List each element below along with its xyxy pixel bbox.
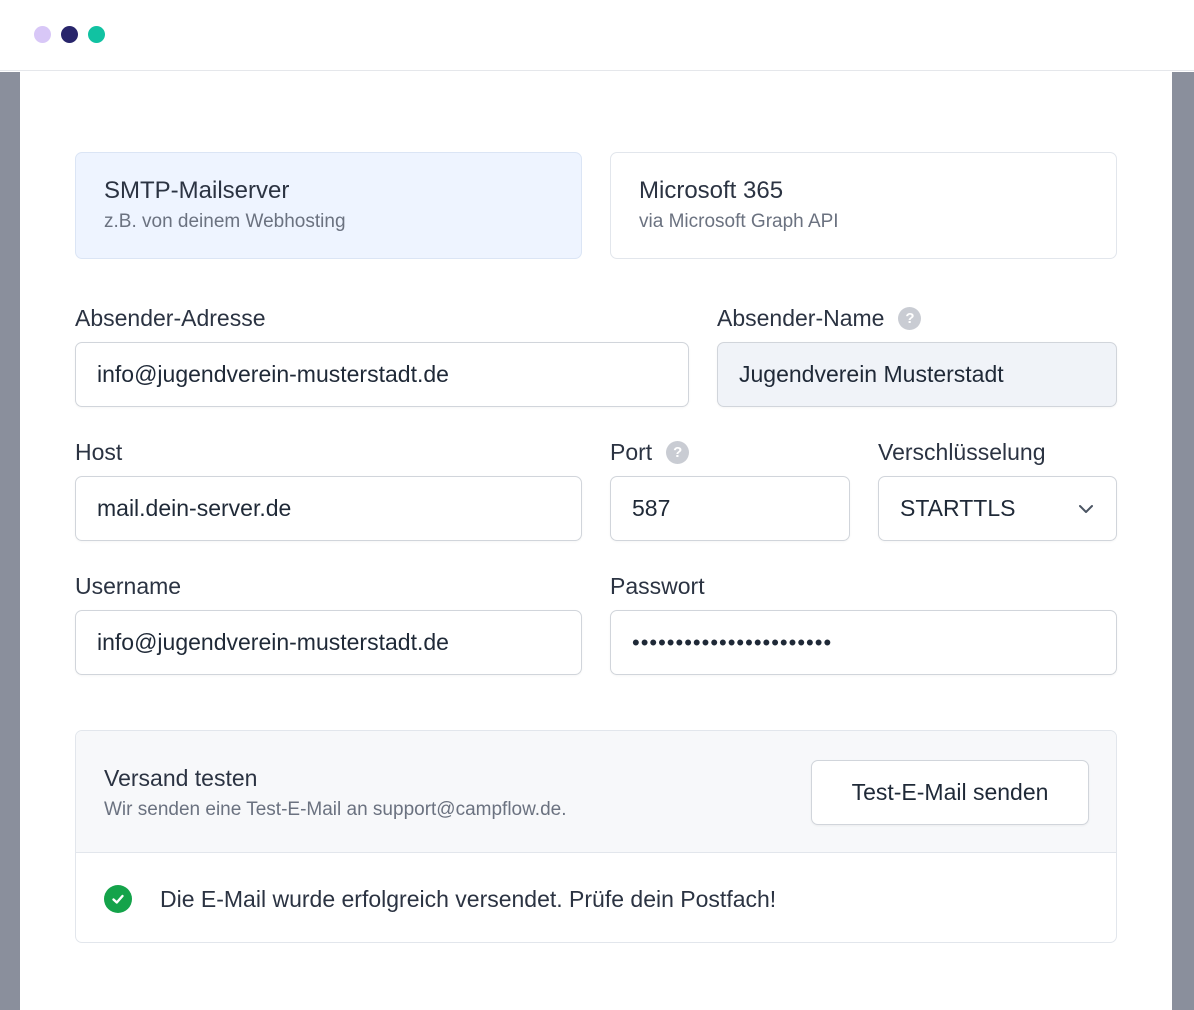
password-input[interactable]: ••••••••••••••••••••••• (610, 610, 1117, 675)
sender-address-label: Absender-Adresse (75, 304, 266, 332)
help-icon[interactable]: ? (666, 440, 690, 464)
provider-card-microsoft365[interactable]: Microsoft 365 via Microsoft Graph API (610, 152, 1117, 259)
password-label: Passwort (610, 572, 705, 600)
provider-card-subtitle: z.B. von deinem Webhosting (104, 211, 346, 232)
host-label-text: Host (75, 438, 123, 465)
port-value: 587 (632, 495, 671, 521)
username-label-text: Username (75, 572, 182, 599)
check-circle-icon (104, 885, 132, 913)
window-dot-2 (61, 26, 78, 43)
send-test-header: Versand testen Wir senden eine Test-E-Ma… (76, 731, 1116, 853)
success-message: Die E-Mail wurde erfolgreich versendet. … (104, 885, 776, 913)
success-message-text: Die E-Mail wurde erfolgreich versendet. … (160, 885, 777, 912)
port-label: Port ? (610, 438, 690, 466)
username-value: info@jugendverein-musterstadt.de (97, 629, 449, 655)
port-input[interactable]: 587 (610, 476, 850, 541)
provider-card-title: Microsoft 365 (639, 177, 784, 204)
password-label-text: Passwort (610, 572, 705, 599)
sender-name-value: Jugendverein Musterstadt (739, 361, 1004, 387)
provider-card-subtitle: via Microsoft Graph API (639, 211, 839, 232)
window-dot-3 (88, 26, 105, 43)
help-icon[interactable]: ? (898, 306, 922, 330)
send-test-subtitle: Wir senden eine Test-E-Mail an support@c… (104, 799, 567, 820)
sender-name-label: Absender-Name ? (717, 304, 922, 332)
window-titlebar (0, 0, 1194, 71)
encryption-label-text: Verschlüsselung (878, 438, 1046, 465)
sender-address-label-text: Absender-Adresse (75, 304, 266, 331)
host-input[interactable]: mail.dein-server.de (75, 476, 582, 541)
encryption-value: STARTTLS (900, 495, 1016, 521)
username-input[interactable]: info@jugendverein-musterstadt.de (75, 610, 582, 675)
chevron-down-icon (1079, 505, 1093, 513)
encryption-select[interactable]: STARTTLS (878, 476, 1117, 541)
port-label-text: Port (610, 438, 653, 465)
backdrop-right (1172, 72, 1194, 1010)
password-value: ••••••••••••••••••••••• (632, 629, 833, 655)
window-dot-1 (34, 26, 51, 43)
provider-card-smtp[interactable]: SMTP-Mailserver z.B. von deinem Webhosti… (75, 152, 582, 259)
backdrop-left (0, 72, 20, 1010)
send-test-section: Versand testen Wir senden eine Test-E-Ma… (75, 730, 1117, 943)
encryption-label: Verschlüsselung (878, 438, 1046, 466)
send-test-email-button[interactable]: Test-E-Mail senden (811, 760, 1089, 825)
host-value: mail.dein-server.de (97, 495, 292, 521)
sender-address-input[interactable]: info@jugendverein-musterstadt.de (75, 342, 689, 407)
send-test-title: Versand testen (104, 765, 258, 791)
sender-name-input[interactable]: Jugendverein Musterstadt (717, 342, 1117, 407)
provider-card-title: SMTP-Mailserver (104, 177, 290, 204)
sender-address-value: info@jugendverein-musterstadt.de (97, 361, 449, 387)
sender-name-label-text: Absender-Name (717, 304, 885, 331)
username-label: Username (75, 572, 181, 600)
mail-settings-panel: SMTP-Mailserver z.B. von deinem Webhosti… (20, 72, 1172, 1010)
host-label: Host (75, 438, 122, 466)
